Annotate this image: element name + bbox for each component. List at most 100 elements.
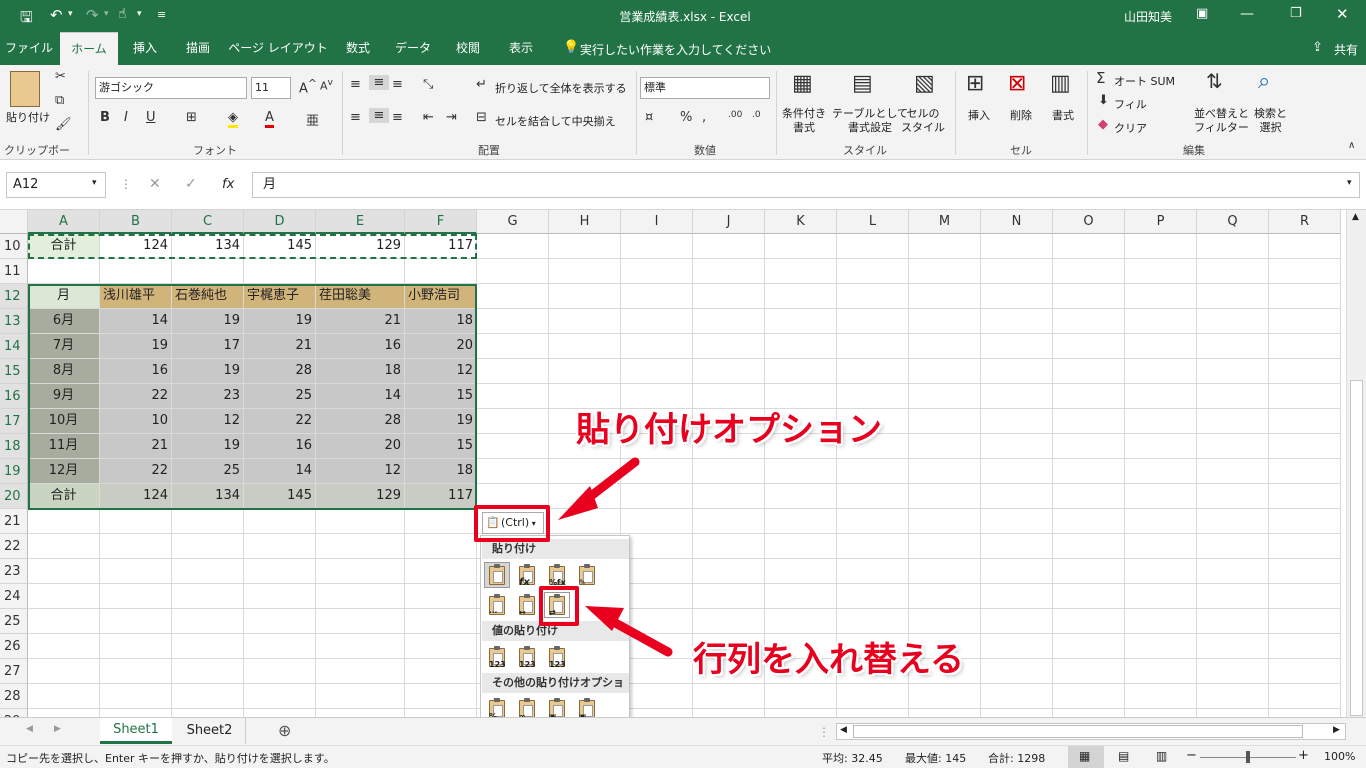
accounting-format-icon[interactable]: ¤ bbox=[645, 110, 653, 125]
cell[interactable] bbox=[100, 559, 172, 584]
cell[interactable] bbox=[765, 234, 837, 259]
sheet-tab-sheet1[interactable]: Sheet1 bbox=[100, 718, 172, 744]
cell[interactable] bbox=[837, 334, 909, 359]
cell[interactable] bbox=[909, 559, 981, 584]
cell[interactable] bbox=[909, 709, 981, 717]
number-format-select[interactable]: 標準 bbox=[640, 77, 770, 99]
page-layout-view-icon[interactable]: ▤ bbox=[1118, 749, 1129, 763]
user-name[interactable]: 山田知美 bbox=[1124, 8, 1172, 25]
cell[interactable] bbox=[765, 509, 837, 534]
cell[interactable] bbox=[693, 309, 765, 334]
cell[interactable] bbox=[28, 534, 100, 559]
sort-filter-button[interactable]: 並べ替えと フィルター bbox=[1194, 107, 1249, 135]
font-color-icon[interactable]: A bbox=[265, 110, 274, 128]
cell[interactable] bbox=[1125, 659, 1197, 684]
undo-dropdown-icon[interactable]: ▾ bbox=[68, 9, 73, 19]
cell[interactable] bbox=[405, 634, 477, 659]
cell[interactable] bbox=[1269, 509, 1341, 534]
cell[interactable] bbox=[981, 259, 1053, 284]
wrap-text-icon[interactable]: ↵ bbox=[476, 77, 487, 92]
column-header-f[interactable]: F bbox=[405, 210, 477, 234]
row-header-12[interactable]: 12 bbox=[0, 284, 28, 309]
cell[interactable] bbox=[477, 334, 549, 359]
cell[interactable] bbox=[1197, 359, 1269, 384]
format-cells-button[interactable]: 書式 bbox=[1052, 107, 1074, 123]
cell[interactable] bbox=[981, 509, 1053, 534]
row-header-26[interactable]: 26 bbox=[0, 634, 28, 659]
cell[interactable] bbox=[765, 584, 837, 609]
cell[interactable] bbox=[477, 284, 549, 309]
worksheet-grid[interactable]: ABCDEFGHIJKLMNOPQR 10 11 12 13 14 15 16 17 18 19 2… bbox=[0, 210, 1346, 717]
cell[interactable] bbox=[244, 559, 316, 584]
cell[interactable] bbox=[1053, 584, 1125, 609]
vertical-scrollbar[interactable]: ▲ bbox=[1346, 210, 1366, 717]
cell[interactable] bbox=[316, 659, 405, 684]
touch-dropdown-icon[interactable]: ▾ bbox=[137, 9, 142, 19]
row-header-11[interactable]: 11 bbox=[0, 259, 28, 284]
column-header-m[interactable]: M bbox=[909, 210, 981, 234]
zoom-in-icon[interactable]: + bbox=[1298, 748, 1309, 763]
cell[interactable] bbox=[316, 684, 405, 709]
cell[interactable] bbox=[693, 584, 765, 609]
cell[interactable] bbox=[1269, 584, 1341, 609]
paste-formulas-number-format-icon[interactable]: %fx bbox=[544, 562, 570, 588]
cell[interactable] bbox=[405, 609, 477, 634]
cell[interactable] bbox=[1269, 484, 1341, 509]
cell[interactable] bbox=[981, 584, 1053, 609]
fill-color-icon[interactable]: ◈ bbox=[228, 110, 238, 128]
cell[interactable] bbox=[981, 234, 1053, 259]
cell[interactable] bbox=[909, 534, 981, 559]
insert-cells-icon[interactable]: ⊞ bbox=[966, 71, 984, 96]
cell[interactable] bbox=[1125, 684, 1197, 709]
cell[interactable] bbox=[100, 259, 172, 284]
formula-input[interactable]: 月 bbox=[252, 172, 1360, 198]
cell[interactable] bbox=[100, 634, 172, 659]
cell[interactable] bbox=[621, 634, 693, 659]
cell[interactable] bbox=[1125, 459, 1197, 484]
cell[interactable] bbox=[100, 659, 172, 684]
cell[interactable] bbox=[1269, 409, 1341, 434]
cell[interactable] bbox=[172, 659, 244, 684]
align-middle-icon[interactable]: ≡ bbox=[369, 75, 389, 90]
redo-dropdown-icon[interactable]: ▾ bbox=[104, 9, 109, 19]
cell[interactable] bbox=[549, 234, 621, 259]
customize-qat-icon[interactable]: ≡ bbox=[157, 8, 166, 21]
decrease-indent-icon[interactable]: ⇤ bbox=[423, 110, 434, 125]
cell[interactable] bbox=[28, 559, 100, 584]
tab-data[interactable]: データ bbox=[388, 32, 438, 65]
insert-function-icon[interactable]: fx bbox=[222, 177, 234, 192]
align-top-icon[interactable]: ≡ bbox=[350, 77, 361, 92]
row-header-23[interactable]: 23 bbox=[0, 559, 28, 584]
restore-icon[interactable]: ❐ bbox=[1290, 6, 1302, 21]
row-header-13[interactable]: 13 bbox=[0, 309, 28, 334]
cell[interactable] bbox=[621, 609, 693, 634]
cell[interactable] bbox=[1053, 234, 1125, 259]
cell[interactable] bbox=[981, 384, 1053, 409]
cell[interactable] bbox=[100, 709, 172, 717]
tab-review[interactable]: 校閲 bbox=[445, 32, 491, 65]
cell[interactable] bbox=[1125, 609, 1197, 634]
orientation-icon[interactable]: ⤡ bbox=[423, 77, 433, 92]
border-icon[interactable]: ⊞ bbox=[186, 110, 197, 125]
cell[interactable] bbox=[405, 684, 477, 709]
cell[interactable] bbox=[316, 534, 405, 559]
underline-icon[interactable]: U bbox=[146, 110, 156, 125]
cell[interactable] bbox=[549, 284, 621, 309]
percent-icon[interactable]: % bbox=[680, 110, 692, 125]
cell[interactable] bbox=[316, 259, 405, 284]
touch-mode-icon[interactable]: ☝ bbox=[118, 6, 127, 22]
cell[interactable] bbox=[477, 384, 549, 409]
cell[interactable] bbox=[693, 684, 765, 709]
row-header-14[interactable]: 14 bbox=[0, 334, 28, 359]
tab-page-layout[interactable]: ページ レイアウト bbox=[228, 32, 328, 65]
cell[interactable] bbox=[316, 634, 405, 659]
paste-keep-column-widths-icon[interactable]: ↔ bbox=[514, 592, 540, 618]
cell[interactable] bbox=[405, 259, 477, 284]
cell[interactable] bbox=[981, 684, 1053, 709]
cell[interactable] bbox=[244, 259, 316, 284]
cell[interactable] bbox=[100, 609, 172, 634]
vertical-scroll-thumb[interactable] bbox=[1350, 380, 1363, 716]
cell[interactable] bbox=[28, 584, 100, 609]
cell[interactable] bbox=[981, 484, 1053, 509]
tab-draw[interactable]: 描画 bbox=[175, 32, 221, 65]
